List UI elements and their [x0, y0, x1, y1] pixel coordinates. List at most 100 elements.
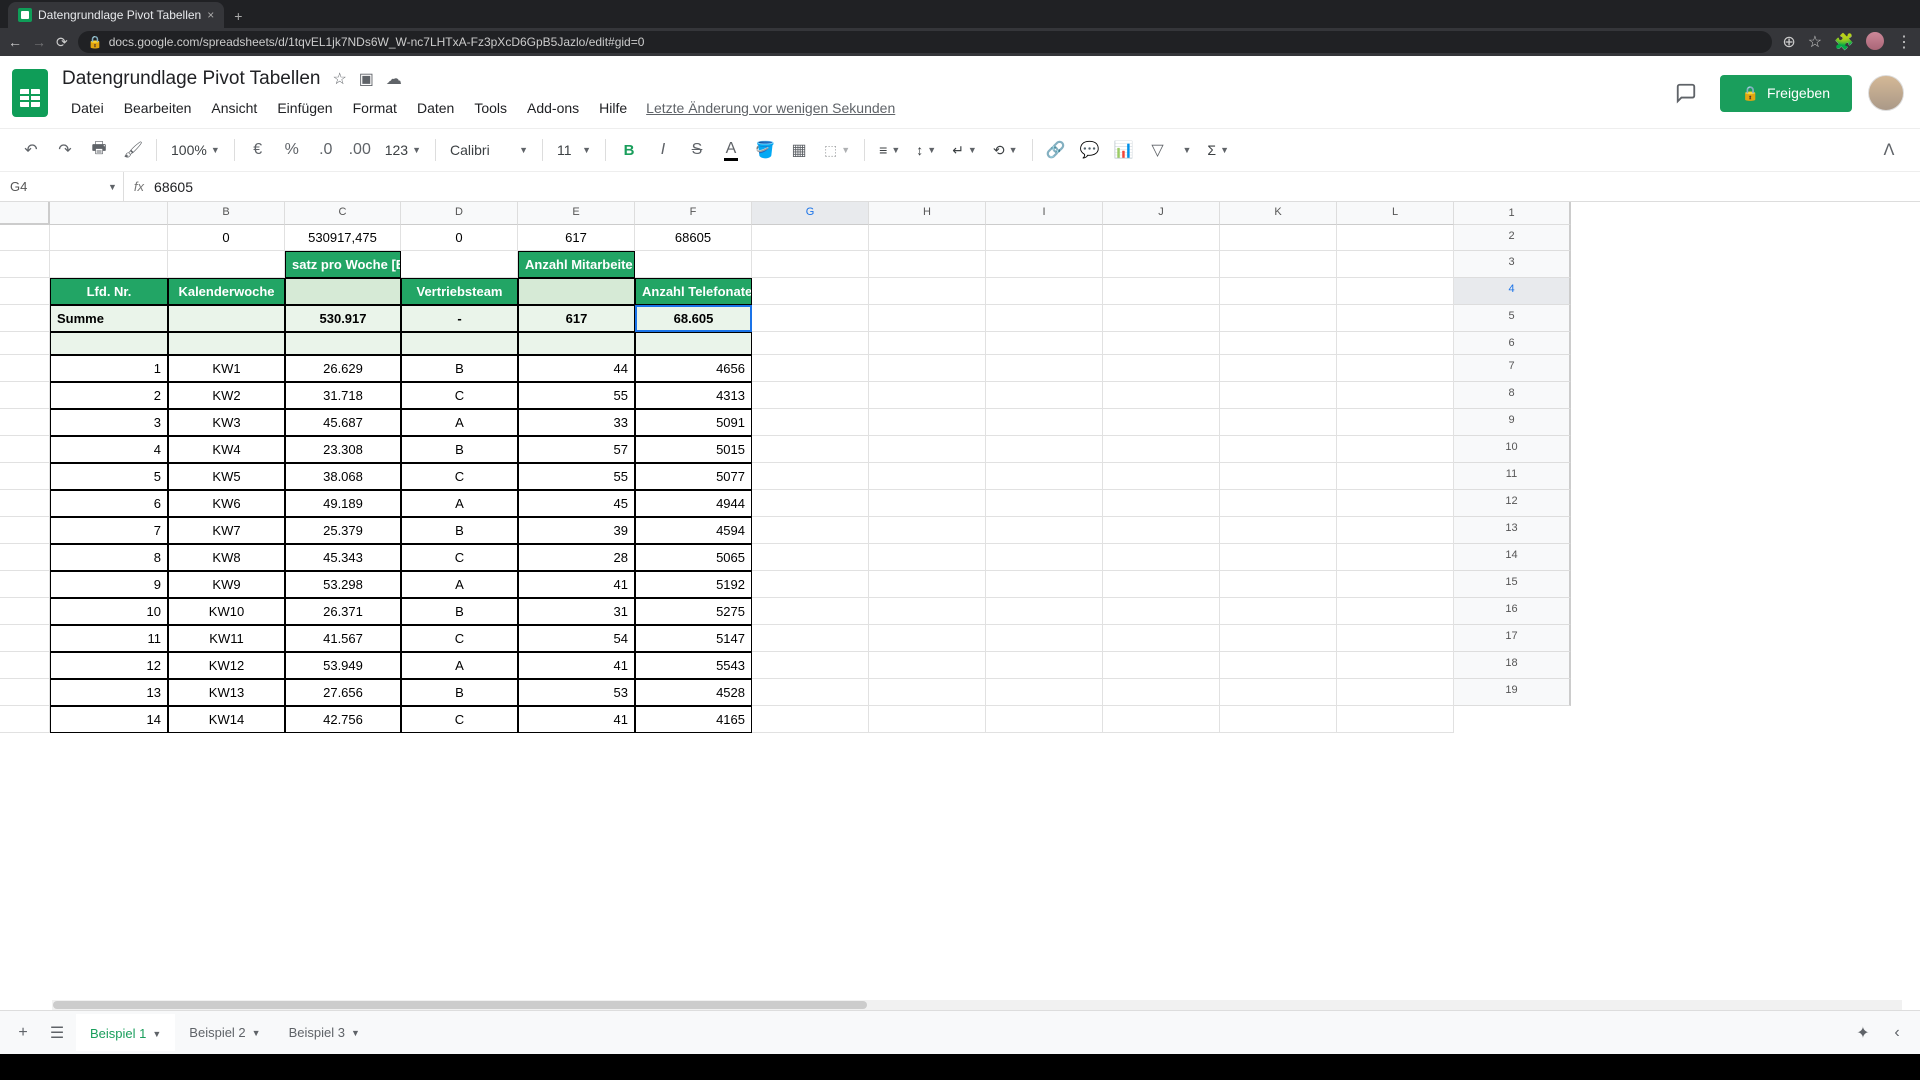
cell[interactable]: [1103, 517, 1220, 544]
data-telefonate[interactable]: 5065: [635, 544, 752, 571]
cell[interactable]: [1220, 225, 1337, 251]
data-kw[interactable]: KW7: [168, 517, 285, 544]
cell[interactable]: [1220, 409, 1337, 436]
data-umsatz[interactable]: 23.308: [285, 436, 401, 463]
strike-icon[interactable]: S: [682, 135, 712, 165]
data-mitarbeiter[interactable]: 41: [518, 652, 635, 679]
cell[interactable]: [50, 251, 168, 278]
back-icon[interactable]: ←: [8, 34, 22, 50]
cell[interactable]: [1220, 463, 1337, 490]
menu-tools[interactable]: Tools: [465, 94, 516, 122]
data-lfdnr[interactable]: 4: [50, 436, 168, 463]
user-avatar[interactable]: [1868, 75, 1904, 111]
side-panel-toggle-icon[interactable]: ‹: [1882, 1018, 1912, 1048]
data-mitarbeiter[interactable]: 31: [518, 598, 635, 625]
row-header-5[interactable]: 5: [1454, 305, 1571, 332]
star-icon[interactable]: ☆: [1808, 32, 1822, 52]
cell[interactable]: [0, 625, 50, 652]
cell[interactable]: [635, 332, 752, 355]
data-umsatz[interactable]: 26.371: [285, 598, 401, 625]
cell[interactable]: [1103, 225, 1220, 251]
doc-title[interactable]: Datengrundlage Pivot Tabellen: [62, 68, 320, 90]
menu-add-ons[interactable]: Add-ons: [518, 94, 588, 122]
data-lfdnr[interactable]: 7: [50, 517, 168, 544]
cell[interactable]: [0, 305, 50, 332]
halign-select[interactable]: ≡ ▼: [873, 135, 906, 165]
row-header-18[interactable]: 18: [1454, 652, 1571, 679]
cell[interactable]: [752, 278, 869, 305]
menu-ansicht[interactable]: Ansicht: [202, 94, 266, 122]
cell[interactable]: [869, 571, 986, 598]
cell[interactable]: [986, 463, 1103, 490]
data-mitarbeiter[interactable]: 39: [518, 517, 635, 544]
cell[interactable]: [752, 652, 869, 679]
cell[interactable]: [869, 436, 986, 463]
redo-icon[interactable]: ↷: [50, 135, 80, 165]
cell[interactable]: [869, 517, 986, 544]
forward-icon[interactable]: →: [32, 34, 46, 50]
data-mitarbeiter[interactable]: 55: [518, 463, 635, 490]
print-icon[interactable]: 🖶: [84, 135, 114, 165]
data-telefonate[interactable]: 4528: [635, 679, 752, 706]
merge-select[interactable]: ⬚ ▼: [818, 135, 856, 165]
cell[interactable]: [986, 332, 1103, 355]
comment-insert-icon[interactable]: 💬: [1075, 135, 1105, 165]
cell[interactable]: [752, 332, 869, 355]
font-size-select[interactable]: 11▼: [551, 135, 597, 165]
data-umsatz[interactable]: 53.949: [285, 652, 401, 679]
menu-bearbeiten[interactable]: Bearbeiten: [115, 94, 201, 122]
cell[interactable]: [1337, 679, 1454, 706]
cell[interactable]: [1103, 706, 1220, 733]
cell[interactable]: [518, 332, 635, 355]
cell[interactable]: [0, 463, 50, 490]
data-kw[interactable]: KW6: [168, 490, 285, 517]
cell[interactable]: [869, 251, 986, 278]
data-telefonate[interactable]: 5543: [635, 652, 752, 679]
cell[interactable]: [869, 598, 986, 625]
cell[interactable]: [752, 544, 869, 571]
cell[interactable]: [1220, 382, 1337, 409]
cell[interactable]: [0, 436, 50, 463]
cell[interactable]: [1103, 625, 1220, 652]
cell[interactable]: [1337, 625, 1454, 652]
data-mitarbeiter[interactable]: 44: [518, 355, 635, 382]
data-telefonate[interactable]: 5091: [635, 409, 752, 436]
data-kw[interactable]: KW3: [168, 409, 285, 436]
cell[interactable]: [0, 278, 50, 305]
col-header-J[interactable]: J: [1103, 202, 1220, 225]
chevron-down-icon[interactable]: ▼: [252, 1028, 261, 1038]
col-header-C[interactable]: C: [285, 202, 401, 225]
cell[interactable]: [752, 305, 869, 332]
data-umsatz[interactable]: 42.756: [285, 706, 401, 733]
data-telefonate[interactable]: 4594: [635, 517, 752, 544]
col-header-I[interactable]: I: [986, 202, 1103, 225]
sheet-tab-2[interactable]: Beispiel 2 ▼: [175, 1014, 274, 1051]
data-telefonate[interactable]: 4313: [635, 382, 752, 409]
sum-g-selected[interactable]: 68.605: [635, 305, 752, 332]
menu-datei[interactable]: Datei: [62, 94, 113, 122]
data-umsatz[interactable]: 45.687: [285, 409, 401, 436]
data-kw[interactable]: KW10: [168, 598, 285, 625]
cell[interactable]: [1220, 652, 1337, 679]
header-blank-f[interactable]: [518, 278, 635, 305]
borders-icon[interactable]: ▦: [784, 135, 814, 165]
data-telefonate[interactable]: 4944: [635, 490, 752, 517]
cell[interactable]: [1337, 332, 1454, 355]
cell[interactable]: [0, 571, 50, 598]
data-team[interactable]: C: [401, 544, 518, 571]
cell[interactable]: [1103, 436, 1220, 463]
data-team[interactable]: A: [401, 490, 518, 517]
cell[interactable]: [1337, 652, 1454, 679]
cell[interactable]: [0, 251, 50, 278]
explore-icon[interactable]: ✦: [1848, 1018, 1878, 1048]
sheet-tab-1[interactable]: Beispiel 1 ▼: [76, 1014, 175, 1051]
cell[interactable]: [168, 305, 285, 332]
col-header-G[interactable]: G: [752, 202, 869, 225]
cell[interactable]: [1220, 571, 1337, 598]
cell[interactable]: [168, 251, 285, 278]
cell[interactable]: [869, 382, 986, 409]
col-header-D[interactable]: D: [401, 202, 518, 225]
sum-e[interactable]: -: [401, 305, 518, 332]
col-header-E[interactable]: E: [518, 202, 635, 225]
menu-daten[interactable]: Daten: [408, 94, 463, 122]
